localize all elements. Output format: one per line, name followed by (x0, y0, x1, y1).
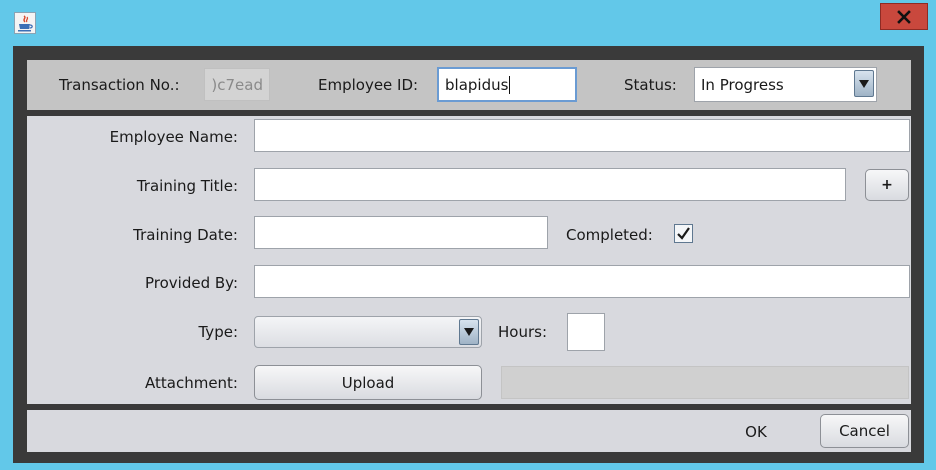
training-date-field[interactable] (254, 216, 548, 249)
close-icon (897, 9, 911, 24)
java-app-icon (14, 12, 36, 34)
title-bar[interactable] (0, 0, 936, 40)
transaction-value: )c7ead (211, 75, 263, 94)
upload-button[interactable]: Upload (254, 365, 482, 400)
completed-label: Completed: (566, 226, 653, 244)
transaction-field: )c7ead (204, 68, 270, 101)
employee-id-value: blapidus (445, 75, 509, 94)
provided-by-field[interactable] (254, 265, 910, 298)
dialog-window: Transaction No.: )c7ead Employee ID: bla… (0, 0, 936, 470)
status-label: Status: (624, 76, 677, 94)
status-value: In Progress (701, 75, 784, 94)
text-cursor (509, 75, 511, 94)
employee-id-label: Employee ID: (318, 76, 419, 94)
provided-by-label: Provided By: (144, 274, 238, 292)
cancel-button[interactable]: Cancel (820, 414, 909, 448)
ok-button[interactable]: OK (730, 415, 782, 448)
hours-field[interactable] (567, 313, 605, 351)
transaction-label: Transaction No.: (59, 76, 180, 94)
training-date-label: Training Date: (133, 226, 238, 244)
attachment-label: Attachment: (145, 374, 238, 392)
chevron-down-icon (464, 328, 474, 336)
attachment-path-field (501, 366, 909, 399)
completed-checkbox[interactable] (674, 224, 693, 243)
type-select[interactable] (254, 316, 482, 348)
type-label: Type: (198, 323, 238, 341)
close-button[interactable] (880, 3, 928, 30)
employee-name-field[interactable] (254, 119, 910, 152)
hours-label: Hours: (498, 323, 547, 341)
status-dropdown-button[interactable] (854, 70, 874, 97)
checkmark-icon (677, 227, 690, 240)
training-title-field[interactable] (254, 168, 846, 201)
form-panel (27, 116, 911, 404)
add-training-title-button[interactable]: + (865, 169, 909, 201)
training-title-label: Training Title: (136, 177, 238, 195)
type-dropdown-button[interactable] (459, 319, 479, 345)
employee-id-field[interactable]: blapidus (437, 67, 577, 102)
employee-name-label: Employee Name: (109, 128, 238, 146)
status-select[interactable]: In Progress (694, 67, 877, 102)
chevron-down-icon (859, 79, 869, 88)
